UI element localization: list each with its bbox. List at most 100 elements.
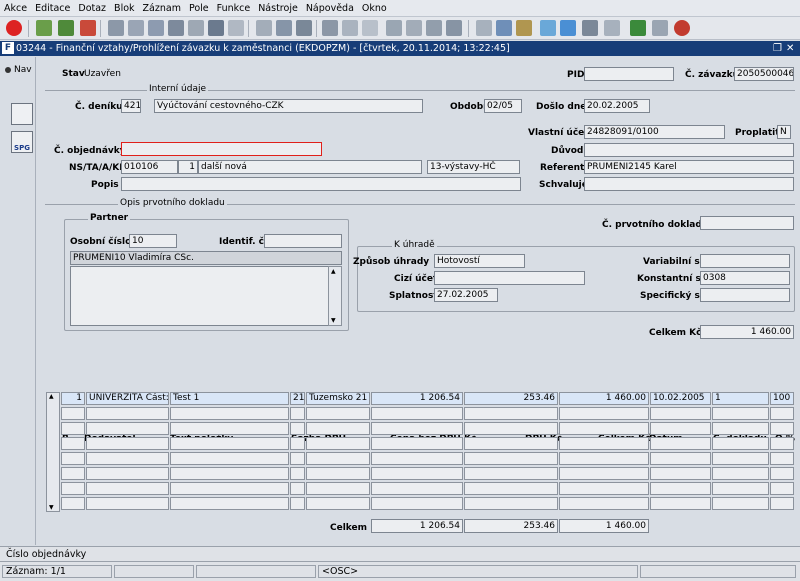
row1-dph[interactable]: 253.46 (464, 392, 558, 405)
variabilni-field[interactable] (700, 254, 790, 268)
close-icon[interactable]: ✕ (786, 41, 794, 56)
duplicate-record-icon[interactable] (58, 20, 74, 36)
row1-text[interactable]: Test 1 (170, 392, 289, 405)
obdobi-field[interactable]: 02/05 (484, 99, 522, 113)
first-record-icon[interactable] (188, 20, 204, 36)
edit-icon[interactable] (386, 20, 402, 36)
row1-celkem[interactable]: 1 460.00 (559, 392, 649, 405)
settings-icon[interactable] (516, 20, 532, 36)
cislo-objednavky-field[interactable] (121, 142, 322, 156)
filter-icon[interactable] (228, 20, 244, 36)
menu-blok[interactable]: Blok (114, 3, 134, 14)
menu-dotaz[interactable]: Dotaz (78, 3, 106, 14)
globe-icon[interactable] (496, 20, 512, 36)
tools-icon[interactable] (426, 20, 442, 36)
partner-address-area[interactable] (70, 266, 342, 326)
cizi-ucet-field[interactable] (434, 271, 585, 285)
copy-icon[interactable] (342, 20, 358, 36)
count-query-icon[interactable] (148, 20, 164, 36)
menu-zaznam[interactable]: Záznam (143, 3, 181, 14)
attachment-icon[interactable] (652, 20, 668, 36)
proplatit-field[interactable]: N (777, 125, 791, 139)
menu-okno[interactable]: Okno (362, 3, 387, 14)
calc-icon[interactable] (540, 20, 556, 36)
identif-field[interactable] (264, 234, 342, 248)
celkem-kc-field[interactable]: 1 460.00 (700, 325, 794, 339)
clipboard-icon[interactable] (446, 20, 462, 36)
cislo-prvotniho-field[interactable] (700, 216, 794, 230)
query-icon[interactable] (108, 20, 124, 36)
cancel-query-icon[interactable] (168, 20, 184, 36)
duvod-field[interactable] (584, 143, 794, 157)
row1-dodavatel[interactable]: UNIVERZITA Část: Ek (86, 392, 169, 405)
doslo-dne-field[interactable]: 20.02.2005 (584, 99, 650, 113)
totals-cena[interactable]: 1 206.54 (371, 519, 463, 533)
kp-field[interactable]: 13-výstavy-HČ (427, 160, 520, 174)
paste-icon[interactable] (362, 20, 378, 36)
edit-form-icon[interactable] (11, 103, 33, 125)
help-icon[interactable] (674, 20, 690, 36)
spg-button[interactable]: SPG (11, 131, 33, 153)
schvaluje-field[interactable] (584, 177, 794, 191)
row1-sazba-num[interactable]: 21 (290, 392, 305, 405)
popis-field[interactable] (121, 177, 521, 191)
exit-icon[interactable] (6, 20, 22, 36)
a-field[interactable]: další nová (198, 160, 422, 174)
partner-name-field[interactable]: PRUMENI10 Vladimíra CSc. (70, 251, 342, 265)
menu-pole[interactable]: Pole (189, 3, 209, 14)
excel-icon[interactable] (630, 20, 646, 36)
table-row[interactable] (61, 407, 85, 420)
scroll-up-icon[interactable]: ▲ (331, 268, 336, 275)
ta-field[interactable]: 1 (178, 160, 198, 174)
table-scrollbar[interactable]: ▲ ▼ (46, 392, 60, 512)
splatnost-field[interactable]: 27.02.2005 (434, 288, 498, 302)
konstantni-field[interactable]: 0308 (700, 271, 790, 285)
menu-editace[interactable]: Editace (35, 3, 70, 14)
menu-akce[interactable]: Akce (4, 3, 27, 14)
cislo-deniku-field[interactable]: 421 (121, 99, 141, 113)
row1-doklad[interactable]: 1 (712, 392, 769, 405)
restore-icon[interactable]: ❐ (773, 41, 782, 56)
table-row[interactable] (61, 467, 85, 480)
totals-dph[interactable]: 253.46 (464, 519, 558, 533)
vlastni-ucet-field[interactable]: 24828091/0100 (584, 125, 725, 139)
row1-datum[interactable]: 10.02.2005 (650, 392, 711, 405)
prev-record-icon[interactable] (208, 20, 224, 36)
table-row[interactable] (61, 452, 85, 465)
osobni-cislo-field[interactable]: 10 (129, 234, 177, 248)
list-values-icon[interactable] (406, 20, 422, 36)
zpusob-field[interactable]: Hotovostí (434, 254, 525, 268)
pid-field[interactable] (584, 67, 674, 81)
menu-funkce[interactable]: Funkce (217, 3, 251, 14)
execute-query-icon[interactable] (128, 20, 144, 36)
row1-r[interactable]: 1 (61, 392, 85, 405)
mail-icon[interactable] (296, 20, 312, 36)
save-icon[interactable] (256, 20, 272, 36)
cut-icon[interactable] (322, 20, 338, 36)
specificky-field[interactable] (700, 288, 790, 302)
totals-celkem[interactable]: 1 460.00 (559, 519, 649, 533)
table-row[interactable] (61, 437, 85, 450)
search-icon[interactable] (582, 20, 598, 36)
table-row[interactable] (61, 497, 85, 510)
cislo-zavazku-field[interactable]: 2050500046 (734, 67, 794, 81)
table-scroll-down-icon[interactable]: ▼ (49, 504, 54, 511)
delete-record-icon[interactable] (80, 20, 96, 36)
ns-field[interactable]: 010106 (121, 160, 178, 174)
menu-nastroje[interactable]: Nástroje (258, 3, 298, 14)
scroll-down-icon[interactable]: ▼ (331, 317, 336, 324)
table-scroll-up-icon[interactable]: ▲ (49, 393, 54, 400)
document-icon[interactable] (476, 20, 492, 36)
row1-cena[interactable]: 1 206.54 (371, 392, 463, 405)
print-icon[interactable] (276, 20, 292, 36)
menu-napoveda[interactable]: Nápověda (306, 3, 354, 14)
insert-record-icon[interactable] (36, 20, 52, 36)
row1-sazba-text[interactable]: Tuzemsko 21 % (306, 392, 370, 405)
nav-label[interactable]: Nav (14, 65, 32, 75)
info-icon[interactable] (560, 20, 576, 36)
export-icon[interactable] (604, 20, 620, 36)
table-row[interactable] (61, 482, 85, 495)
row1-proc[interactable]: 100 (770, 392, 794, 405)
nav-radio-icon[interactable] (5, 67, 11, 73)
partner-scrollbar[interactable]: ▲ ▼ (328, 266, 342, 326)
